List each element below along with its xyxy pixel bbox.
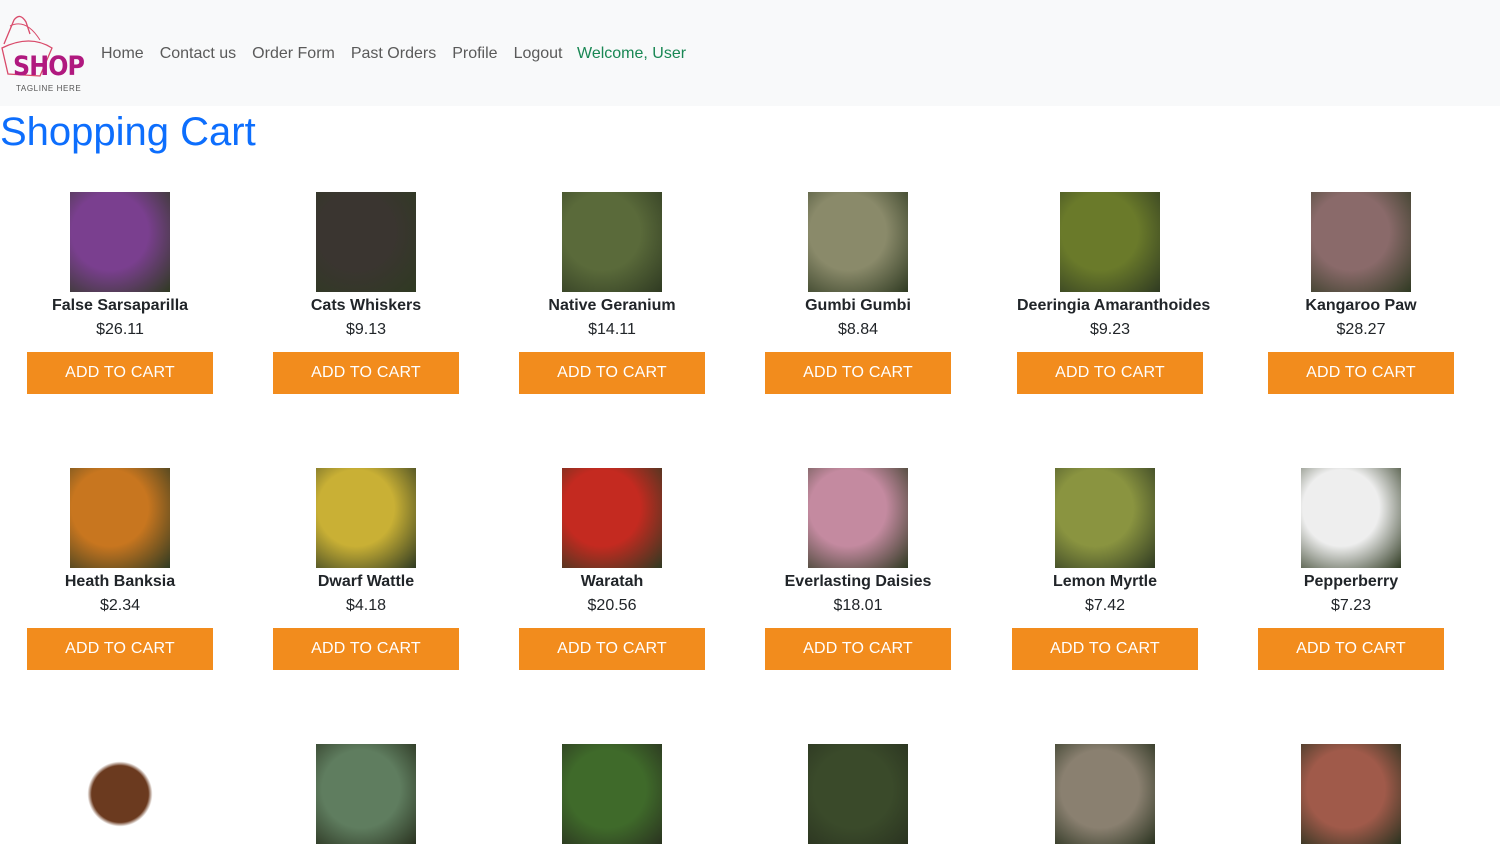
product-name: Gumbi Gumbi — [805, 297, 911, 314]
logo-tagline: TAGLINE HERE — [16, 84, 82, 93]
product-name: Kangaroo Paw — [1305, 297, 1417, 314]
product-price: $8.84 — [837, 321, 879, 338]
add-to-cart-button[interactable]: ADD TO CART — [1012, 628, 1198, 670]
kangaroo-paw-photo — [1311, 192, 1411, 292]
product-card: Dwarf Wattle $4.18 ADD TO CART — [273, 468, 459, 670]
add-to-cart-button[interactable]: ADD TO CART — [27, 628, 213, 670]
product-name: Heath Banksia — [64, 573, 176, 590]
add-to-cart-button[interactable]: ADD TO CART — [519, 628, 705, 670]
product-price: $7.23 — [1330, 597, 1372, 614]
pepper-bowl-photo — [1301, 468, 1401, 568]
add-to-cart-button[interactable]: ADD TO CART — [1017, 352, 1203, 394]
product-card: Heath Banksia $2.34 ADD TO CART — [27, 468, 213, 670]
red-waratah-photo — [562, 468, 662, 568]
add-to-cart-button[interactable]: ADD TO CART — [519, 352, 705, 394]
product-price: $7.42 — [1084, 597, 1126, 614]
nav-profile[interactable]: Profile — [452, 44, 497, 64]
add-to-cart-button[interactable]: ADD TO CART — [765, 352, 951, 394]
nav-home[interactable]: Home — [101, 44, 144, 64]
product-name: Everlasting Daisies — [784, 573, 932, 590]
product-price: $14.11 — [588, 321, 636, 338]
product-name: Waratah — [580, 573, 644, 590]
page-title: Shopping Cart — [0, 110, 256, 154]
add-to-cart-button[interactable]: ADD TO CART — [273, 352, 459, 394]
pink-daisies-photo — [808, 468, 908, 568]
navbar: SHOP TAGLINE HERE Home Contact us Order … — [0, 0, 1500, 106]
product-price: $18.01 — [833, 597, 883, 614]
product-price: $4.18 — [345, 597, 387, 614]
add-to-cart-button[interactable]: ADD TO CART — [1258, 628, 1444, 670]
ground-spice-photo — [70, 744, 170, 844]
logo-text: SHOP — [13, 51, 85, 82]
add-to-cart-button[interactable]: ADD TO CART — [273, 628, 459, 670]
product-name: Pepperberry — [1303, 573, 1399, 590]
seed-pod-photo — [1055, 744, 1155, 844]
product-card: False Sarsaparilla $26.11 ADD TO CART — [27, 192, 213, 394]
product-card: Cats Whiskers $9.13 ADD TO CART — [273, 192, 459, 394]
product-card: Waratah $20.56 ADD TO CART — [519, 468, 705, 670]
product-card: Native Geranium $14.11 ADD TO CART — [519, 192, 705, 394]
product-price: $20.56 — [587, 597, 637, 614]
nav-logout[interactable]: Logout — [514, 44, 563, 64]
green-herb-photo — [562, 744, 662, 844]
nav-contact-us[interactable]: Contact us — [160, 44, 236, 64]
shop-logo[interactable]: SHOP TAGLINE HERE — [0, 14, 85, 96]
nav-order-form[interactable]: Order Form — [252, 44, 335, 64]
dried-leaves-photo — [1055, 468, 1155, 568]
product-price: $2.34 — [99, 597, 141, 614]
red-berries-photo — [1301, 744, 1401, 844]
nav-links: Home Contact us Order Form Past Orders P… — [101, 44, 579, 64]
orange-fruit-photo — [808, 192, 908, 292]
product-card: Lemon Myrtle $7.42 ADD TO CART — [1012, 468, 1198, 670]
dark-berries-photo — [808, 744, 908, 844]
product-price: $28.27 — [1336, 321, 1386, 338]
welcome-message: Welcome, User — [577, 45, 687, 62]
product-price: $26.11 — [96, 321, 144, 338]
banksia-photo — [70, 468, 170, 568]
purple-pea-flower-photo — [70, 192, 170, 292]
green-fruit-photo — [316, 744, 416, 844]
yellow-wattle-photo — [316, 468, 416, 568]
add-to-cart-button[interactable]: ADD TO CART — [765, 628, 951, 670]
red-berry-vine-photo — [1060, 192, 1160, 292]
product-name: Native Geranium — [548, 297, 676, 314]
product-name: False Sarsaparilla — [51, 297, 189, 314]
product-card: Pepperberry $7.23 ADD TO CART — [1258, 468, 1444, 670]
product-card: Deeringia Amaranthoides $9.23 ADD TO CART — [1017, 192, 1211, 394]
product-price: $9.23 — [1089, 321, 1131, 338]
pink-geranium-photo — [562, 192, 662, 292]
product-name: Cats Whiskers — [310, 297, 422, 314]
product-price: $9.13 — [345, 321, 387, 338]
product-name: Deeringia Amaranthoides — [1017, 297, 1211, 314]
product-card: Everlasting Daisies $18.01 ADD TO CART — [765, 468, 951, 670]
add-to-cart-button[interactable]: ADD TO CART — [27, 352, 213, 394]
product-card: Gumbi Gumbi $8.84 ADD TO CART — [765, 192, 951, 394]
white-flower-spikes-photo — [316, 192, 416, 292]
product-name: Lemon Myrtle — [1052, 573, 1157, 590]
nav-past-orders[interactable]: Past Orders — [351, 44, 436, 64]
product-name: Dwarf Wattle — [317, 573, 415, 590]
add-to-cart-button[interactable]: ADD TO CART — [1268, 352, 1454, 394]
product-card: Kangaroo Paw $28.27 ADD TO CART — [1268, 192, 1454, 394]
